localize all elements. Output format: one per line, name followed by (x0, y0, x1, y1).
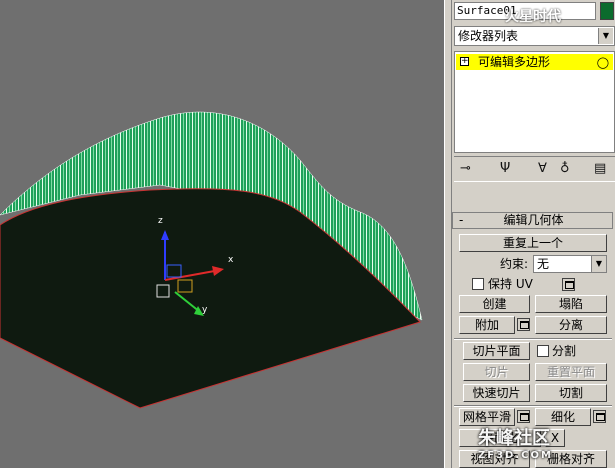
viewport-perspective[interactable]: z x y (0, 0, 444, 468)
show-end-result-icon[interactable]: Ψ (500, 161, 510, 176)
repeat-last-button[interactable]: 重复上一个 (459, 234, 607, 252)
slice-button[interactable]: 切片 (463, 363, 530, 381)
separator (454, 405, 612, 407)
modifier-list-label: 修改器列表 (458, 29, 519, 43)
split-label: 分割 (552, 344, 577, 358)
chevron-down-icon: ▼ (591, 256, 606, 272)
watermark-bottom: 朱峰社区 ZF3D.COM (478, 424, 614, 464)
make-unique-icon[interactable]: ∀ (538, 161, 547, 176)
constraint-select[interactable]: 无 ▼ (533, 255, 607, 273)
chevron-down-icon: ▼ (598, 28, 613, 44)
modifier-list-dropdown[interactable]: 修改器列表 ▼ (454, 26, 615, 46)
preserve-uv-settings-icon[interactable] (562, 278, 575, 291)
detach-button[interactable]: 分离 (535, 316, 607, 334)
expand-plus-icon[interactable]: + (460, 57, 469, 66)
panel-divider (444, 0, 452, 468)
remove-modifier-icon[interactable]: ♁ (560, 161, 570, 176)
lightbulb-icon[interactable]: ◯ (597, 55, 609, 71)
constraint-label: 约束: (500, 257, 529, 271)
create-button[interactable]: 创建 (459, 295, 530, 313)
rollout-edit-geometry-header[interactable]: - 编辑几何体 (452, 212, 613, 229)
viewport-scene: z x y (0, 111, 423, 409)
watermark-bottom-text: 朱峰社区 (478, 428, 550, 449)
cut-button[interactable]: 切割 (535, 384, 607, 402)
separator (454, 338, 612, 340)
quick-slice-button[interactable]: 快速切片 (463, 384, 530, 402)
stack-item-label: 可编辑多边形 (478, 55, 551, 69)
gizmo-z-label: z (158, 216, 163, 226)
preserve-uv-label: 保持 UV (488, 277, 533, 291)
reset-plane-button[interactable]: 重置平面 (535, 363, 607, 381)
gizmo-y-label: y (202, 305, 208, 315)
attach-settings-icon[interactable] (517, 318, 530, 331)
meshsmooth-settings-icon[interactable] (517, 410, 530, 423)
preserve-uv-checkbox[interactable] (472, 278, 484, 290)
pin-stack-icon[interactable]: ⊸ (460, 161, 471, 176)
tessellate-settings-icon[interactable] (593, 410, 606, 423)
command-panel: Surface01 修改器列表 ▼ + 可编辑多边形 ◯ ⊸ Ψ ∀ ♁ ▤ -… (452, 0, 615, 468)
watermark-top: 火星时代 (505, 6, 613, 28)
watermark-top-text: 火星时代 (505, 9, 561, 25)
configure-sets-icon[interactable]: ▤ (594, 161, 606, 176)
split-checkbox[interactable] (537, 345, 549, 357)
watermark-bottom-url: ZF3D.COM (478, 450, 553, 461)
slice-plane-button[interactable]: 切片平面 (463, 342, 530, 360)
stack-item-editable-poly[interactable]: + 可编辑多边形 ◯ (456, 54, 613, 70)
modifier-stack: + 可编辑多边形 ◯ (454, 51, 615, 153)
gizmo-x-label: x (228, 255, 234, 265)
attach-button[interactable]: 附加 (459, 316, 515, 334)
constraint-value: 无 (537, 257, 550, 271)
collapse-button[interactable]: 塌陷 (535, 295, 607, 313)
stack-toolbar: ⊸ Ψ ∀ ♁ ▤ (454, 156, 615, 182)
rollout-title: 编辑几何体 (503, 213, 564, 227)
